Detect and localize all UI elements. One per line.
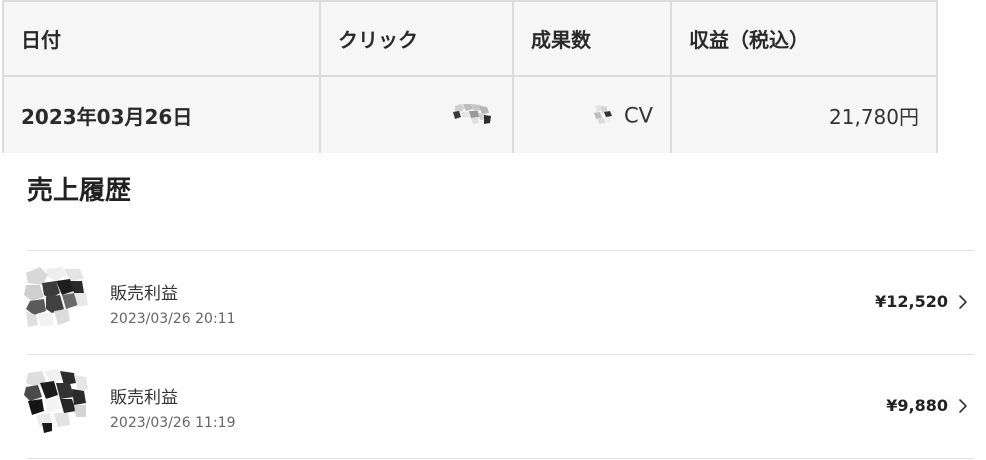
cv-unit: CV xyxy=(623,103,653,128)
sale-timestamp: 2023/03/26 20:11 xyxy=(110,311,236,327)
pixelated-cv-count xyxy=(593,105,612,125)
sale-timestamp: 2023/03/26 11:19 xyxy=(110,415,236,431)
pixelated-product-thumbnail xyxy=(24,369,88,433)
header-date: 日付 xyxy=(2,0,321,77)
sales-history-item[interactable]: 販売利益 2023/03/26 11:19 ¥9,880 xyxy=(24,355,974,459)
report-data-row: 2023年03月26日 CV 21,780円 xyxy=(2,75,938,153)
report-click-cell xyxy=(319,75,514,153)
report-date: 2023年03月26日 xyxy=(2,75,321,153)
sale-label: 販売利益 xyxy=(110,284,178,304)
report-cv-cell: CV xyxy=(512,75,672,153)
report-header-row: 日付 クリック 成果数 収益（税込） xyxy=(2,0,938,77)
pixelated-product-thumbnail xyxy=(24,267,88,327)
sale-amount: ¥12,520 xyxy=(875,292,948,311)
header-cv: 成果数 xyxy=(512,0,672,77)
report-revenue: 21,780円 xyxy=(670,75,938,153)
chevron-right-icon xyxy=(959,399,967,413)
chevron-right-icon xyxy=(959,295,967,309)
header-revenue: 収益（税込） xyxy=(670,0,938,77)
sale-amount: ¥9,880 xyxy=(886,396,948,415)
pixelated-click-count xyxy=(453,104,491,125)
sales-history-title: 売上履歴 xyxy=(27,176,132,206)
header-click: クリック xyxy=(319,0,514,77)
report-table: 日付 クリック 成果数 収益（税込） 2023年03月26日 CV 21,780… xyxy=(2,0,938,153)
sales-history-item[interactable]: 販売利益 2023/03/26 20:11 ¥12,520 xyxy=(24,251,974,355)
sales-history-list: 販売利益 2023/03/26 20:11 ¥12,520 販売利益 2023/… xyxy=(24,250,974,459)
sale-label: 販売利益 xyxy=(110,388,178,408)
